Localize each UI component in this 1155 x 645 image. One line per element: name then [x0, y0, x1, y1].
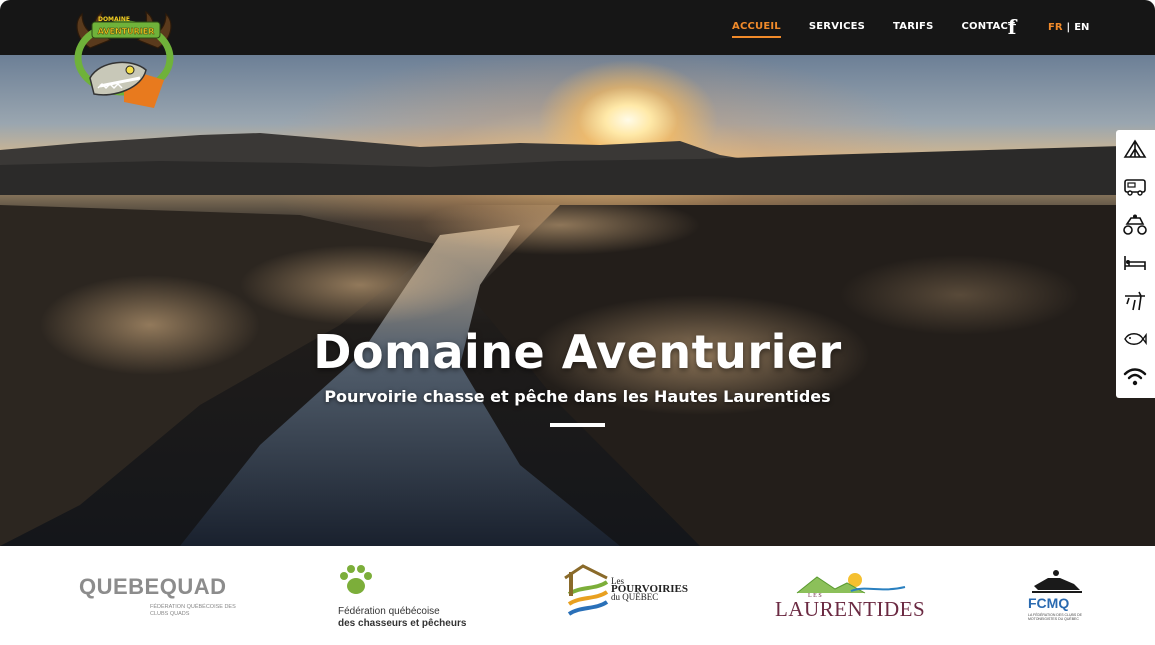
svg-text:AVENTURIER: AVENTURIER — [98, 27, 155, 36]
nav-accueil[interactable]: ACCUEIL — [732, 21, 781, 38]
hero-title: Domaine Aventurier — [313, 325, 842, 379]
fqcp-line2: des chasseurs et pêcheurs — [338, 618, 467, 629]
paw-print-icon — [340, 565, 372, 594]
language-switcher: FR | EN — [1048, 22, 1089, 33]
mountain-silhouette — [0, 133, 1155, 195]
pourvoiries-emblem-icon — [564, 564, 609, 616]
quebequad-subtitle: FÉDÉRATION QUÉBÉCOISE DES CLUBS QUADS — [150, 604, 236, 617]
snowmobile-icon — [1032, 570, 1082, 593]
hunting-icon[interactable] — [1122, 289, 1148, 313]
lang-en[interactable]: EN — [1074, 22, 1089, 33]
fish-icon[interactable] — [1122, 327, 1148, 351]
lang-separator: | — [1066, 22, 1071, 33]
rv-camper-icon[interactable] — [1122, 175, 1148, 199]
hero-subtitle: Pourvoirie chasse et pêche dans les Haut… — [324, 387, 831, 406]
atv-quad-icon[interactable] — [1122, 213, 1148, 237]
nav-tarifs[interactable]: TARIFS — [893, 21, 933, 32]
laurentides-name: LAURENTIDES — [775, 597, 926, 621]
fcmq-name: FCMQ — [1028, 595, 1070, 611]
svg-text:DOMAINE: DOMAINE — [98, 16, 130, 23]
main-nav: ACCUEIL SERVICES TARIFS CONTACT — [732, 21, 1043, 38]
fcmq-subtitle: LA FÉDÉRATION DES CLUBS DE MOTONEIGISTES… — [1028, 613, 1083, 621]
tent-icon[interactable] — [1122, 137, 1148, 161]
domaine-aventurier-logo[interactable]: AVENTURIER DOMAINE — [70, 8, 178, 112]
bed-icon[interactable] — [1122, 251, 1148, 275]
fqcp-name: Fédération québécoise des chasseurs et p… — [338, 606, 466, 630]
hero-divider — [550, 423, 605, 427]
hero-banner: Domaine Aventurier Pourvoirie chasse et … — [0, 55, 1155, 546]
fqcp-line1: Fédération québécoise — [338, 606, 440, 617]
quebequad-name: QUEBEQUAD — [79, 574, 227, 599]
facebook-icon[interactable]: f — [1004, 16, 1020, 38]
amenities-icon-tray — [1116, 130, 1155, 398]
pourvoiries-line3: du QUÉBEC — [611, 592, 659, 602]
lang-fr[interactable]: FR — [1048, 22, 1063, 33]
wifi-icon[interactable] — [1122, 365, 1148, 389]
pourvoiries-name: Les POURVOIRIES du QUÉBEC — [611, 577, 688, 602]
nav-services[interactable]: SERVICES — [809, 21, 865, 32]
